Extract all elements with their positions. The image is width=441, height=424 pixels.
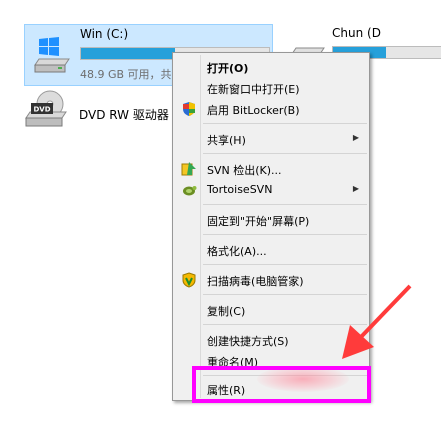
windows-drive-icon [31, 35, 71, 75]
menu-item-open[interactable]: 打开(O) [175, 56, 367, 77]
drive-d-label: Chun (D [332, 26, 381, 40]
drive-c-free-space: 48.9 GB 可用，共 [80, 68, 172, 81]
svn-checkout-icon [181, 161, 197, 177]
drive-c-label: Win (C:) [80, 27, 129, 41]
menu-item-label: 打开(O) [207, 62, 249, 75]
shield-icon [181, 101, 197, 117]
dvd-drive-icon: DVD [22, 90, 72, 130]
menu-separator [203, 264, 367, 265]
menu-item-label: 固定到"开始"屏幕(P) [207, 215, 310, 228]
menu-separator [203, 153, 367, 154]
menu-item-label: 启用 BitLocker(B) [207, 104, 300, 117]
menu-item-format[interactable]: 格式化(A)... [175, 239, 367, 260]
menu-item-bitlocker[interactable]: 启用 BitLocker(B) [175, 98, 367, 119]
dvd-drive-label: DVD RW 驱动器 [79, 108, 169, 122]
menu-item-share[interactable]: 共享(H) ▶ [175, 128, 367, 149]
menu-item-label: 在新窗口中打开(E) [207, 83, 300, 96]
submenu-arrow-icon: ▶ [352, 133, 359, 142]
menu-separator [203, 234, 367, 235]
dvd-drive-tile[interactable]: DVD DVD RW 驱动器 [22, 88, 182, 130]
menu-item-label: 共享(H) [207, 134, 246, 147]
menu-item-tortoise-svn[interactable]: TortoiseSVN ▶ [175, 179, 367, 200]
menu-item-label: 复制(C) [207, 305, 246, 318]
tortoise-icon [181, 182, 197, 198]
submenu-arrow-icon: ▶ [352, 184, 359, 193]
drive-c-capacity-fill [81, 48, 175, 59]
menu-separator [203, 204, 367, 205]
antivirus-shield-icon [181, 272, 197, 288]
dvd-badge-text: DVD [33, 106, 50, 114]
menu-item-svn-checkout[interactable]: SVN 检出(K)... [175, 158, 367, 179]
menu-separator [203, 123, 367, 124]
menu-item-label: TortoiseSVN [207, 183, 273, 196]
menu-item-label: SVN 检出(K)... [207, 164, 282, 177]
properties-highlight-box [192, 366, 371, 403]
menu-item-label: 创建快捷方式(S) [207, 335, 289, 348]
menu-item-label: 格式化(A)... [207, 245, 267, 258]
menu-item-pin-start[interactable]: 固定到"开始"屏幕(P) [175, 209, 367, 230]
red-pointer-arrow-icon [342, 284, 412, 359]
menu-item-label: 扫描病毒(电脑管家) [207, 275, 304, 288]
menu-item-open-new-window[interactable]: 在新窗口中打开(E) [175, 77, 367, 98]
